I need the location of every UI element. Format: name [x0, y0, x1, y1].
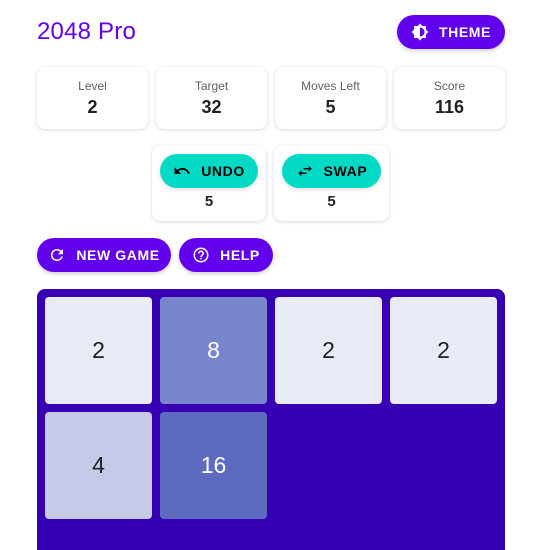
- stat-level: Level 2: [37, 67, 148, 129]
- stat-value: 116: [434, 97, 465, 117]
- swap-button[interactable]: SWAP: [282, 154, 381, 188]
- stat-value: 2: [87, 97, 98, 117]
- stat-value: 32: [201, 97, 222, 117]
- swap-icon: [296, 162, 314, 180]
- theme-button[interactable]: THEME: [397, 15, 505, 49]
- stat-target: Target 32: [156, 67, 267, 129]
- tile: 8: [160, 297, 267, 404]
- swap-button-label: SWAP: [323, 163, 368, 179]
- tile: 2: [390, 297, 497, 404]
- stat-moves-left: Moves Left 5: [275, 67, 386, 129]
- undo-button-label: UNDO: [201, 163, 245, 179]
- stat-label: Moves Left: [301, 79, 360, 93]
- swap-tool-card: SWAP 5: [274, 145, 389, 221]
- undo-tool-card: UNDO 5: [152, 145, 266, 221]
- stat-value: 5: [325, 97, 336, 117]
- help-button[interactable]: HELP: [179, 238, 273, 272]
- help-button-label: HELP: [220, 247, 260, 263]
- undo-button[interactable]: UNDO: [160, 154, 258, 188]
- stat-label: Score: [433, 79, 466, 93]
- stat-label: Target: [194, 79, 229, 93]
- tile: 2: [275, 297, 382, 404]
- undo-count: 5: [204, 193, 214, 210]
- app-title: 2048 Pro: [37, 18, 137, 45]
- tile: 2: [45, 297, 152, 404]
- new-game-button[interactable]: NEW GAME: [37, 238, 171, 272]
- tile: 4: [45, 412, 152, 519]
- help-icon: [192, 246, 210, 264]
- new-game-button-label: NEW GAME: [76, 247, 160, 263]
- refresh-icon: [48, 246, 66, 264]
- game-board[interactable]: 2 8 2 2 4 16: [37, 289, 505, 550]
- tile: 16: [160, 412, 267, 519]
- theme-icon: [411, 23, 429, 41]
- stat-label: Level: [78, 79, 107, 93]
- theme-button-label: THEME: [439, 24, 491, 40]
- stat-score: Score 116: [394, 67, 505, 129]
- undo-icon: [173, 162, 191, 180]
- swap-count: 5: [327, 193, 336, 210]
